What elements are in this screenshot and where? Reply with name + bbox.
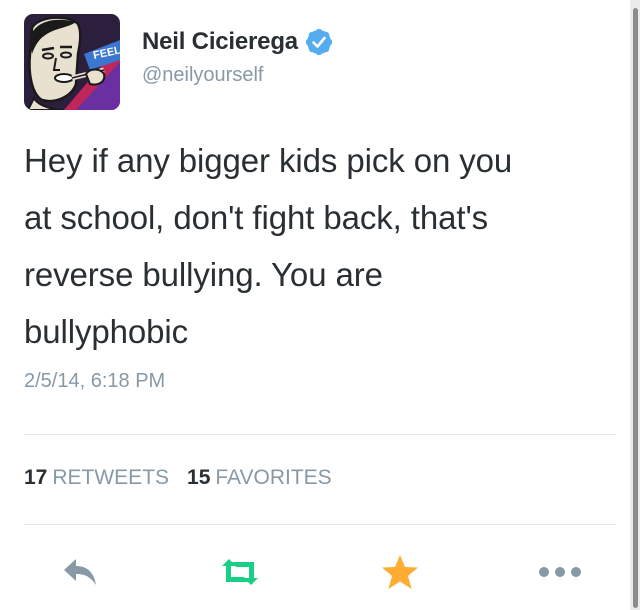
more-button[interactable] <box>536 548 584 596</box>
avatar[interactable]: FEEL <box>24 14 120 110</box>
scrollbar[interactable] <box>630 0 640 610</box>
divider <box>24 524 616 525</box>
retweets-count: 17 <box>24 466 48 489</box>
favorite-button[interactable] <box>376 548 424 596</box>
tweet-stats: 17 RETWEETS 15 FAVORITES <box>24 466 332 490</box>
retweet-icon <box>222 559 258 585</box>
verified-badge-icon <box>305 29 332 55</box>
tweet-text-line: Hey if any bigger kids pick on you <box>24 142 513 179</box>
scrollbar-thumb[interactable] <box>633 8 638 608</box>
retweets-label: RETWEETS <box>52 466 170 489</box>
tweet-text-line: at school, don't fight back, that's <box>24 199 489 236</box>
divider <box>24 434 616 435</box>
display-name[interactable]: Neil Cicierega <box>142 28 298 56</box>
star-icon <box>382 555 418 589</box>
tweet-timestamp: 2/5/14, 6:18 PM <box>24 370 166 392</box>
tweet-text: Hey if any bigger kids pick on you at sc… <box>24 132 614 360</box>
tweet-detail: FEEL Neil Cicierega @neilyourself Hey if… <box>0 0 640 610</box>
favorites-count: 15 <box>187 466 211 489</box>
favorites-stat[interactable]: 15 FAVORITES <box>187 466 332 490</box>
retweets-stat[interactable]: 17 RETWEETS <box>24 466 169 490</box>
user-handle[interactable]: @neilyourself <box>142 64 263 87</box>
favorites-label: FAVORITES <box>215 466 332 489</box>
user-name-row[interactable]: Neil Cicierega <box>142 28 332 56</box>
avatar-illustration: FEEL <box>24 14 120 110</box>
retweet-button[interactable] <box>216 548 264 596</box>
tweet-text-line: reverse bullying. You are <box>24 256 383 293</box>
more-icon <box>539 567 581 577</box>
reply-button[interactable] <box>56 548 104 596</box>
action-bar <box>0 548 640 596</box>
tweet-text-line: bullyphobic <box>24 313 189 350</box>
reply-icon <box>64 559 96 585</box>
